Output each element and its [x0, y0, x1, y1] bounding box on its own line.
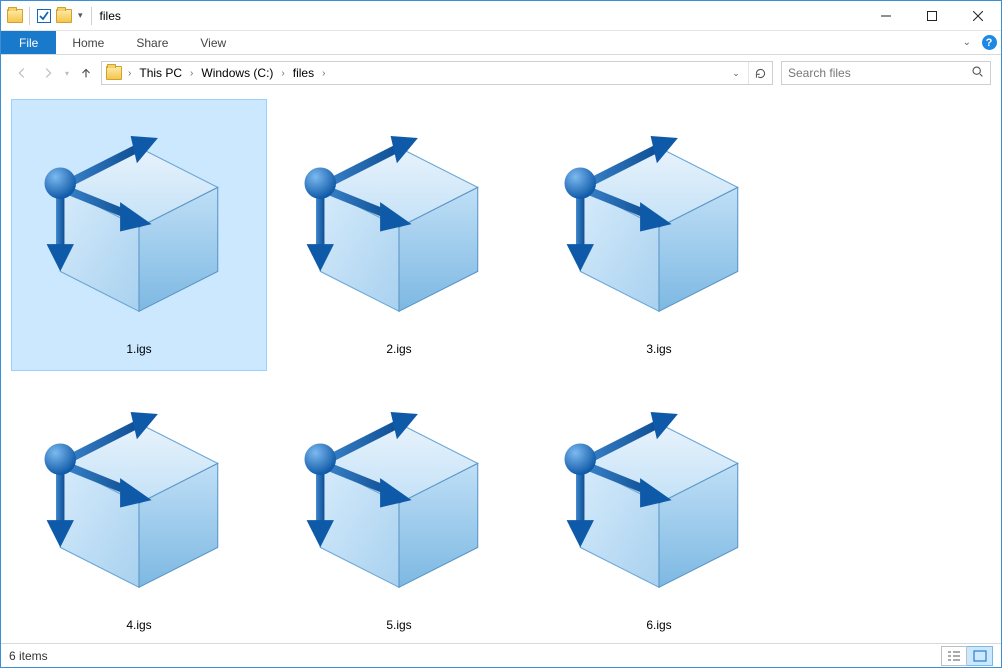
file-thumbnail-icon [284, 106, 514, 336]
file-thumbnail-icon [544, 382, 774, 612]
chevron-right-icon[interactable]: › [126, 68, 133, 79]
separator [91, 7, 92, 25]
address-history-caret[interactable]: ⌄ [724, 62, 748, 84]
file-name-label: 1.igs [126, 342, 151, 356]
search-icon[interactable] [971, 65, 984, 81]
file-item[interactable]: 6.igs [531, 375, 787, 643]
breadcrumb-item[interactable]: This PC [135, 66, 186, 80]
file-list: 1.igs 2.igs [1, 91, 1001, 643]
close-button[interactable] [955, 1, 1001, 31]
file-name-label: 4.igs [126, 618, 151, 632]
file-thumbnail-icon [24, 106, 254, 336]
new-folder-icon[interactable] [56, 9, 72, 23]
ribbon-tabs: File Home Share View ⌄ ? [1, 31, 1001, 55]
tab-label: Share [136, 36, 168, 50]
ribbon-collapse-caret[interactable]: ⌄ [957, 31, 977, 54]
help-icon: ? [982, 35, 997, 50]
minimize-button[interactable] [863, 1, 909, 31]
file-item[interactable]: 4.igs [11, 375, 267, 643]
tab-share[interactable]: Share [120, 31, 184, 54]
help-button[interactable]: ? [977, 31, 1001, 54]
file-item[interactable]: 5.igs [271, 375, 527, 643]
file-name-label: 6.igs [646, 618, 671, 632]
status-bar: 6 items [1, 643, 1001, 667]
breadcrumb-item[interactable]: Windows (C:) [197, 66, 277, 80]
forward-button[interactable] [37, 61, 59, 85]
chevron-right-icon[interactable]: › [320, 68, 327, 79]
folder-icon [7, 9, 23, 23]
file-item[interactable]: 2.igs [271, 99, 527, 371]
tab-view[interactable]: View [184, 31, 242, 54]
thumbnails-view-button[interactable] [967, 646, 993, 666]
window-title: files [100, 9, 121, 23]
file-item[interactable]: 3.igs [531, 99, 787, 371]
title-bar: ▾ files [1, 1, 1001, 31]
up-button[interactable] [75, 61, 97, 85]
refresh-button[interactable] [748, 62, 772, 84]
quick-access-toolbar: ▾ [1, 7, 94, 25]
address-bar[interactable]: › This PC › Windows (C:) › files › ⌄ [101, 61, 773, 85]
breadcrumb-item[interactable]: files [289, 66, 318, 80]
file-thumbnail-icon [544, 106, 774, 336]
chevron-right-icon[interactable]: › [279, 68, 286, 79]
recent-locations-caret[interactable]: ▾ [63, 69, 71, 78]
chevron-right-icon[interactable]: › [188, 68, 195, 79]
file-thumbnail-icon [284, 382, 514, 612]
item-count: 6 items [9, 649, 48, 663]
tab-label: View [200, 36, 226, 50]
file-tab-label: File [19, 36, 38, 50]
file-thumbnail-icon [24, 382, 254, 612]
file-name-label: 3.igs [646, 342, 671, 356]
navigation-row: ▾ › This PC › Windows (C:) › files › ⌄ S… [1, 55, 1001, 91]
file-name-label: 2.igs [386, 342, 411, 356]
search-input[interactable]: Search files [781, 61, 991, 85]
separator [29, 7, 30, 25]
search-placeholder: Search files [788, 66, 851, 80]
window-controls [863, 1, 1001, 31]
tab-label: Home [72, 36, 104, 50]
folder-icon [106, 66, 122, 80]
details-view-button[interactable] [941, 646, 967, 666]
view-mode-toggle [941, 646, 993, 666]
maximize-button[interactable] [909, 1, 955, 31]
back-button[interactable] [11, 61, 33, 85]
file-tab[interactable]: File [1, 31, 56, 54]
tab-home[interactable]: Home [56, 31, 120, 54]
file-item[interactable]: 1.igs [11, 99, 267, 371]
file-name-label: 5.igs [386, 618, 411, 632]
properties-check-icon[interactable] [36, 8, 52, 24]
qat-customize-caret[interactable]: ▾ [76, 10, 85, 21]
